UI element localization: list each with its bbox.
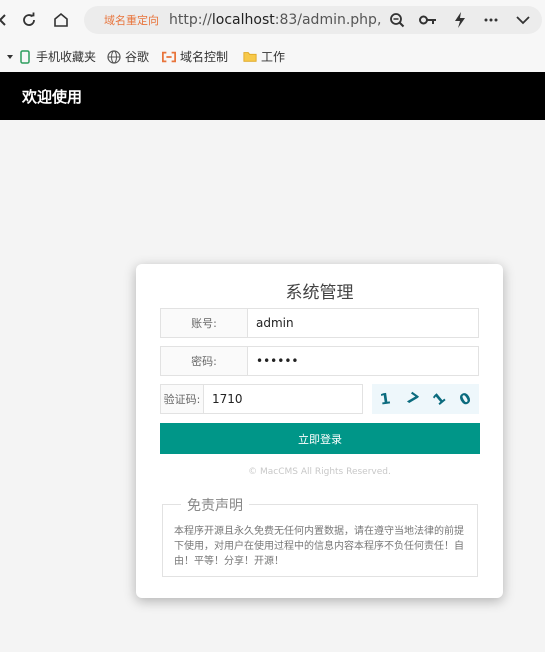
- captcha-char: 7: [402, 388, 422, 410]
- url-text: http://localhost:83/admin.php,: [169, 12, 382, 28]
- captcha-image[interactable]: 1 7 1 0: [372, 384, 479, 414]
- captcha-char: 1: [429, 388, 449, 410]
- captcha-input[interactable]: [204, 385, 362, 413]
- phone-icon: [18, 49, 32, 64]
- reload-icon[interactable]: [18, 9, 40, 31]
- account-input[interactable]: [248, 309, 478, 337]
- disclaimer-box: 免责声明 本程序开源且永久免费无任何内置数据，请在遵守当地法律的前提下使用，对用…: [162, 495, 478, 577]
- key-icon[interactable]: [417, 9, 439, 31]
- page-title: 欢迎使用: [22, 88, 83, 106]
- password-input[interactable]: [248, 347, 478, 375]
- login-card: 系统管理 账号: 密码: 验证码: 1 7 1 0 立即登录 © MacCMS …: [136, 264, 503, 598]
- account-label: 账号:: [161, 309, 248, 337]
- folder-icon: [243, 50, 257, 64]
- bookmark-label: 工作: [261, 50, 286, 64]
- lightning-icon[interactable]: [449, 9, 471, 31]
- bookmark-mobile[interactable]: 手机收藏夹: [6, 48, 96, 65]
- password-field: 密码:: [160, 346, 479, 376]
- captcha-label: 验证码:: [161, 385, 204, 413]
- bookmark-google[interactable]: 谷歌: [107, 48, 149, 65]
- link-icon: [162, 50, 176, 64]
- account-field: 账号:: [160, 308, 479, 338]
- captcha-field: 验证码:: [160, 384, 363, 414]
- browser-toolbar: 域名重定向 http://localhost:83/admin.php,: [0, 0, 545, 40]
- caret-icon: [6, 50, 14, 64]
- chevron-down-icon[interactable]: [512, 9, 534, 31]
- back-arrow-icon[interactable]: [0, 9, 14, 31]
- home-icon[interactable]: [50, 9, 72, 31]
- captcha-char: 1: [378, 389, 392, 409]
- redirect-label: 域名重定向: [104, 14, 159, 27]
- copyright: © MacCMS All Rights Reserved.: [248, 467, 391, 477]
- login-button[interactable]: 立即登录: [160, 423, 480, 454]
- disclaimer-text: 本程序开源且永久免费无任何内置数据，请在遵守当地法律的前提下使用，对用户在使用过…: [174, 526, 464, 567]
- login-title: 系统管理: [285, 283, 354, 303]
- zoom-icon[interactable]: [386, 9, 408, 31]
- bookmark-work[interactable]: 工作: [243, 48, 285, 65]
- captcha-char: 0: [456, 388, 475, 410]
- address-bar[interactable]: 域名重定向 http://localhost:83/admin.php,: [84, 6, 542, 34]
- bookmark-label: 谷歌: [125, 50, 150, 64]
- disclaimer-title: 免责声明: [181, 495, 249, 515]
- more-icon[interactable]: [480, 9, 502, 31]
- page-header: 欢迎使用: [0, 72, 545, 120]
- password-label: 密码:: [161, 347, 248, 375]
- bookmark-label: 手机收藏夹: [36, 50, 97, 64]
- bookmarks-bar: 手机收藏夹 谷歌 域名控制 工作: [0, 40, 545, 72]
- bookmark-label: 域名控制: [180, 50, 228, 64]
- bookmark-domain[interactable]: 域名控制: [162, 48, 228, 65]
- globe-icon: [107, 49, 121, 64]
